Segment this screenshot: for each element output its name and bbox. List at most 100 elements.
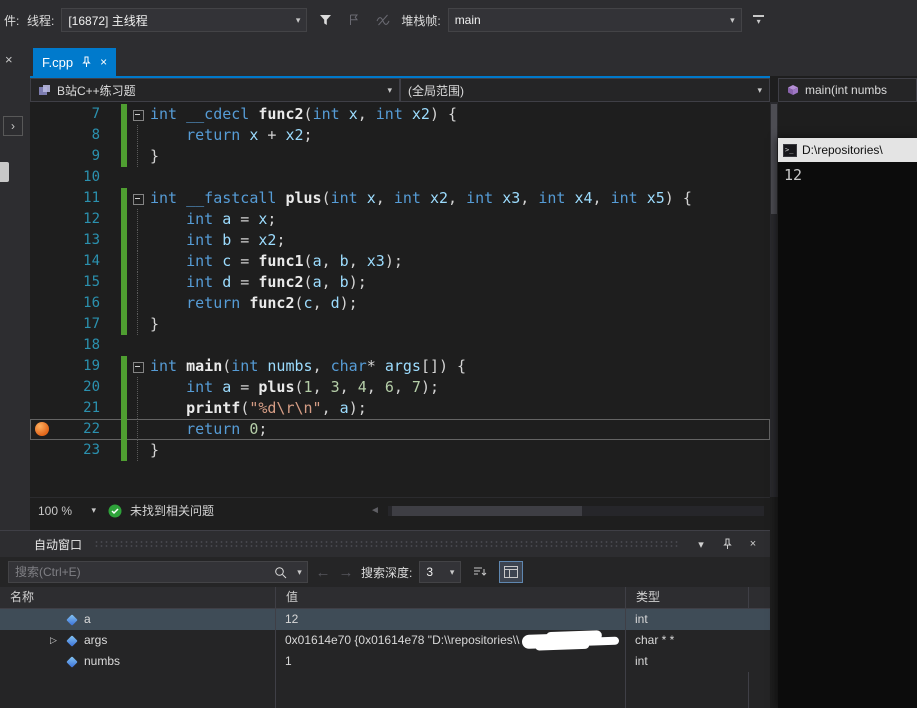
tab-fcpp[interactable]: F.cpp × [33, 48, 117, 76]
code-line[interactable]: 20 int a = plus(1, 3, 4, 6, 7); [30, 377, 770, 398]
stack-frame-combo[interactable]: main ▾ [447, 8, 742, 32]
search-depth-combo[interactable]: 3 ▾ [419, 561, 462, 583]
code-line[interactable]: 8 return x + x2; [30, 125, 770, 146]
variable-type: char * * [625, 630, 748, 651]
code-line[interactable]: 17} [30, 314, 770, 335]
search-back-icon[interactable]: ← [315, 564, 331, 581]
toolbar-overflow-icon[interactable]: ▾ [751, 15, 767, 26]
breakpoint-margin[interactable] [30, 230, 54, 251]
breakpoint-margin[interactable] [30, 188, 54, 209]
breakpoint-icon[interactable] [35, 422, 49, 436]
fold-collapse-icon[interactable] [132, 104, 144, 125]
variable-type: int [625, 609, 748, 630]
window-position-icon[interactable]: ▾ [692, 538, 710, 551]
breakpoint-margin[interactable] [30, 104, 54, 125]
collapsed-tool-tab[interactable] [0, 162, 9, 182]
tab-pin-icon[interactable] [81, 56, 92, 68]
search-options-chevron-icon[interactable]: ▾ [292, 567, 307, 578]
search-icon[interactable] [268, 566, 292, 579]
fold-collapse-icon[interactable] [132, 356, 144, 377]
code-line[interactable]: 12 int a = x; [30, 209, 770, 230]
breakpoint-margin[interactable] [30, 335, 54, 356]
chevron-down-icon[interactable]: ▾ [757, 85, 762, 96]
code-text: return func2(c, d); [186, 294, 358, 312]
line-number: 11 [83, 190, 100, 206]
project-combo[interactable]: B站C++练习题 ▾ [30, 78, 400, 102]
sort-icon[interactable] [468, 561, 492, 583]
code-line[interactable]: 13 int b = x2; [30, 230, 770, 251]
console-icon [783, 143, 797, 157]
column-header-value[interactable]: 值 [275, 587, 625, 608]
column-header-type[interactable]: 类型 [625, 587, 748, 608]
autos-title-bar[interactable]: 自动窗口 ▾ × [0, 531, 770, 557]
code-line[interactable]: 19 int main(int numbs, char* args[]) { [30, 356, 770, 377]
console-window[interactable]: D:\repositories\ 12 [778, 138, 917, 708]
autos-row[interactable]: ▷ args 0x01614e70 {0x01614e78 "D:\\reposit… [0, 630, 770, 651]
chevron-down-icon[interactable]: ▾ [290, 15, 301, 26]
fold-margin [132, 314, 144, 335]
code-line[interactable]: 14 int c = func1(a, b, x3); [30, 251, 770, 272]
fold-collapse-icon[interactable] [132, 188, 144, 209]
code-line[interactable]: 21 printf("%d\r\n", a); [30, 398, 770, 419]
breakpoint-margin[interactable] [30, 209, 54, 230]
member-combo[interactable]: main(int numbs [778, 78, 917, 102]
code-line[interactable]: 22 return 0; [30, 419, 770, 440]
flagged-threads-icon[interactable] [343, 9, 365, 31]
expand-toggle-icon[interactable]: ▷ [50, 630, 66, 651]
code-line[interactable]: 23} [30, 440, 770, 461]
horizontal-scrollbar[interactable] [387, 505, 764, 516]
search-box[interactable]: ▾ [8, 561, 308, 583]
filter-threads-icon[interactable] [314, 9, 336, 31]
breakpoint-margin[interactable] [30, 377, 54, 398]
chevron-down-icon[interactable]: ▾ [387, 85, 392, 96]
suspend-threads-icon[interactable] [372, 9, 394, 31]
breakpoint-margin[interactable] [30, 146, 54, 167]
scrollbar-thumb[interactable] [391, 505, 582, 516]
chevron-down-icon[interactable]: ▾ [444, 567, 455, 578]
code-line[interactable]: 16 return func2(c, d); [30, 293, 770, 314]
search-forward-icon[interactable]: → [338, 564, 354, 581]
code-line[interactable]: 18 [30, 335, 770, 356]
breakpoint-margin[interactable] [30, 314, 54, 335]
breakpoint-margin[interactable] [30, 272, 54, 293]
scope-combo[interactable]: (全局范围) ▾ [400, 78, 770, 102]
breakpoint-margin[interactable] [30, 167, 54, 188]
breakpoint-margin[interactable] [30, 440, 54, 461]
tab-close-icon[interactable]: × [100, 55, 107, 69]
fold-margin [132, 167, 144, 188]
scrollbar-thumb[interactable] [771, 104, 777, 214]
format-values-toggle-icon[interactable] [499, 561, 524, 583]
close-icon[interactable]: × [5, 52, 13, 67]
drag-handle[interactable] [94, 540, 680, 548]
breakpoint-margin[interactable] [30, 125, 54, 146]
code-line[interactable]: 15 int d = func2(a, b); [30, 272, 770, 293]
autos-row[interactable]: a 12 int [0, 609, 770, 630]
breakpoint-margin[interactable] [30, 419, 54, 440]
console-title-bar[interactable]: D:\repositories\ [778, 138, 917, 162]
code-line[interactable]: 7 int __cdecl func2(int x, int x2) { [30, 104, 770, 125]
code-line[interactable]: 11 int __fastcall plus(int x, int x2, int… [30, 188, 770, 209]
thread-combo[interactable]: [16872] 主线程 ▾ [61, 8, 308, 32]
code-line[interactable]: 9} [30, 146, 770, 167]
breakpoint-margin[interactable] [30, 293, 54, 314]
pin-icon[interactable] [718, 538, 736, 550]
breakpoint-margin[interactable] [30, 251, 54, 272]
zoom-control[interactable]: 100 % ▾ [34, 501, 100, 521]
chevron-down-icon[interactable]: ▾ [724, 15, 735, 26]
hscroll-left-icon[interactable]: ◄ [370, 505, 380, 516]
search-depth-value: 3 [426, 565, 434, 579]
code-line[interactable]: 10 [30, 167, 770, 188]
chevron-down-icon[interactable]: ▾ [91, 505, 96, 516]
autos-row[interactable]: numbs 1 int [0, 651, 770, 672]
code-text: int b = x2; [186, 231, 286, 249]
fold-margin [132, 125, 144, 146]
breakpoint-margin[interactable] [30, 356, 54, 377]
expand-panel-icon[interactable]: › [3, 116, 23, 136]
breakpoint-margin[interactable] [30, 398, 54, 419]
search-input[interactable] [9, 565, 268, 579]
column-header-name[interactable]: 名称 [0, 587, 275, 608]
panel-close-icon[interactable]: × [744, 538, 762, 550]
project-icon [38, 84, 51, 97]
editor-vertical-scrollbar[interactable] [770, 102, 778, 497]
code-editor[interactable]: 7 int __cdecl func2(int x, int x2) {8 ret… [30, 102, 770, 497]
